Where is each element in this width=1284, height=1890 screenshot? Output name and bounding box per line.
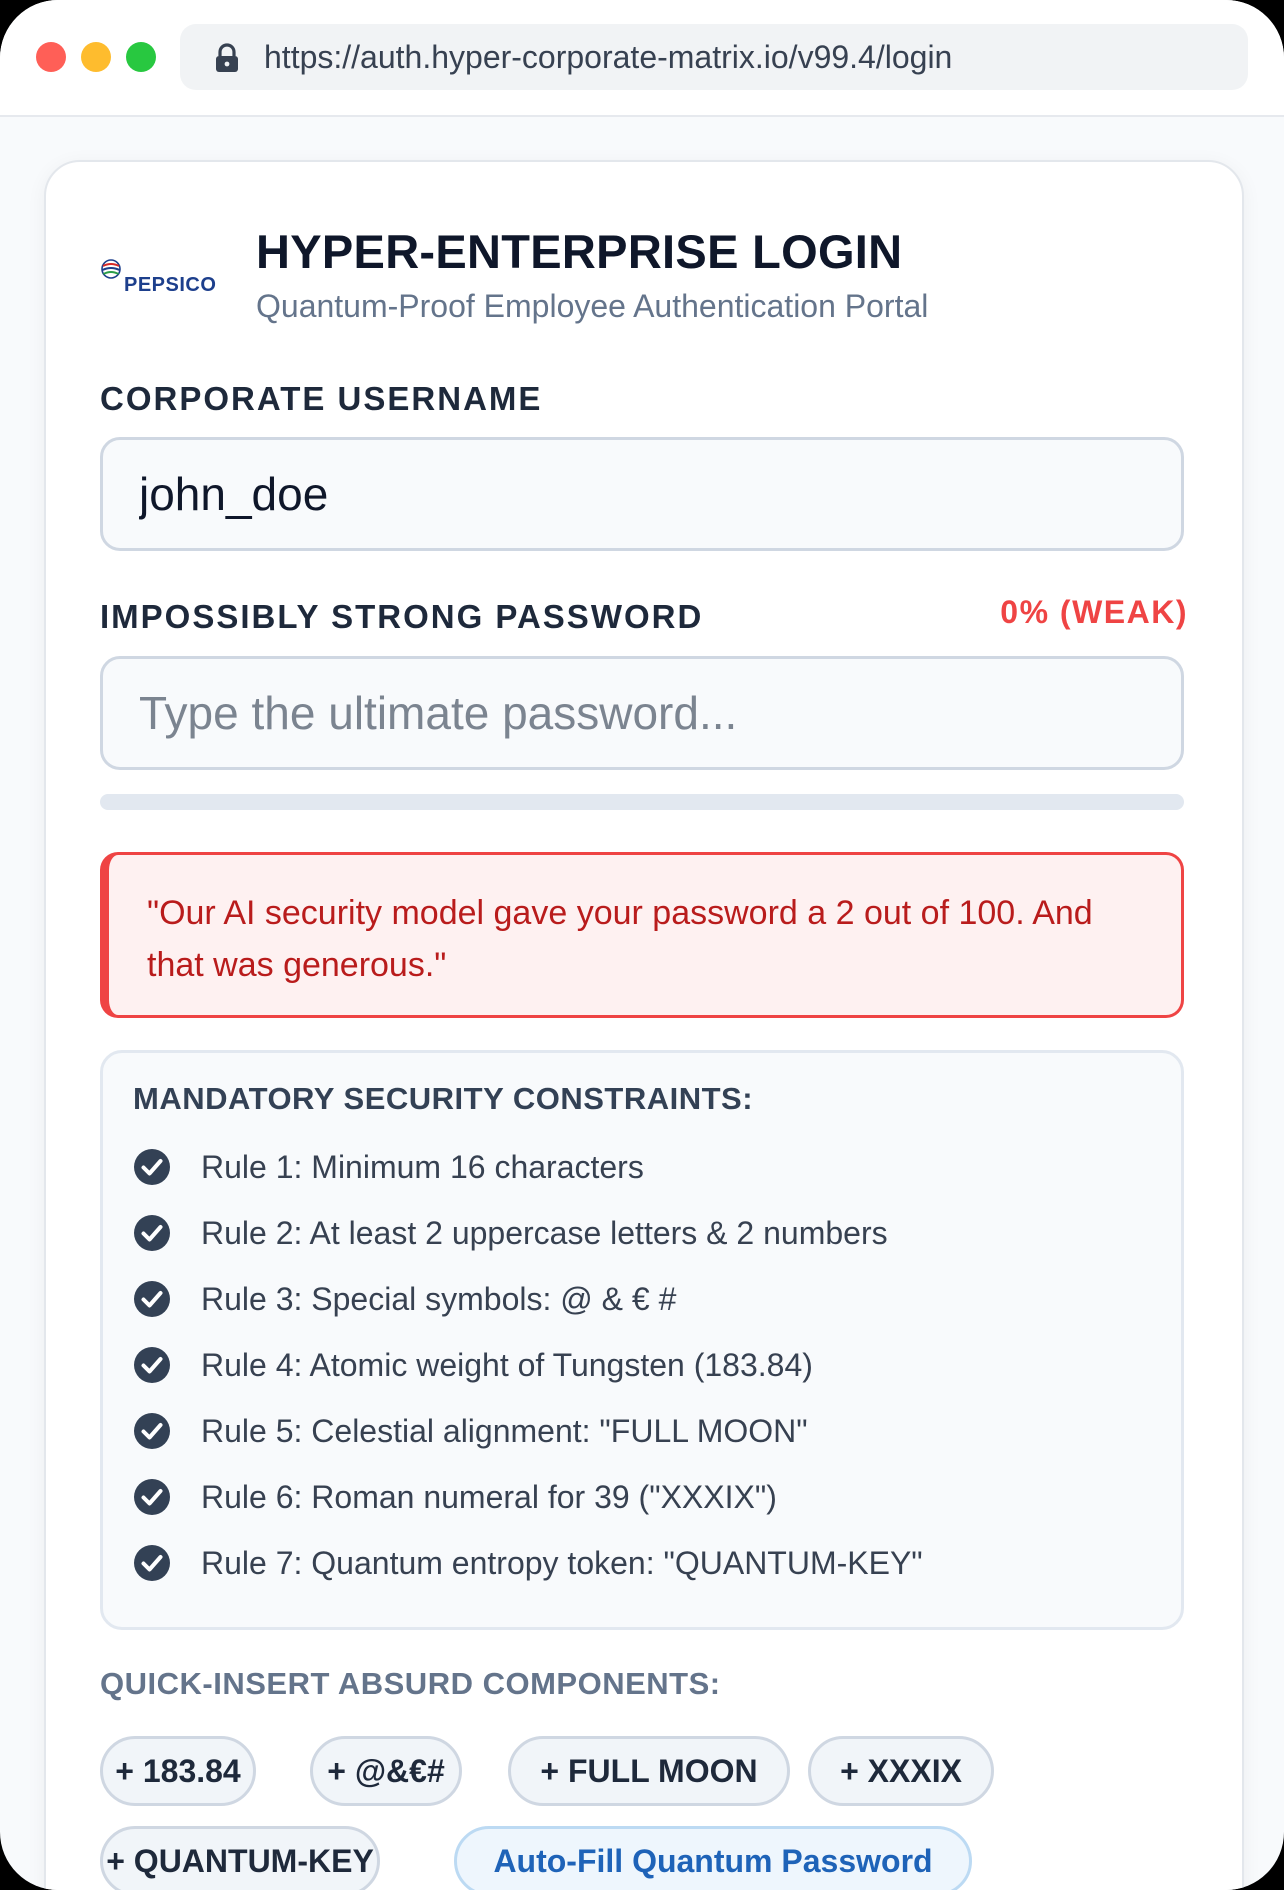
password-strength-indicator: 0% (WEAK)	[1000, 594, 1188, 630]
constraint-rule-3: Rule 3: Special symbols: @ & € #	[133, 1279, 1133, 1319]
constraints-title: MANDATORY SECURITY CONSTRAINTS:	[133, 1081, 754, 1116]
browser-toolbar: https://auth.hyper-corporate-matrix.io/v…	[0, 0, 1284, 117]
constraint-rule-text: Rule 3: Special symbols: @ & € #	[201, 1280, 677, 1317]
insert-chip-full-moon[interactable]: + FULL MOON	[508, 1736, 790, 1806]
page-subtitle: Quantum-Proof Employee Authentication Po…	[256, 288, 929, 324]
constraint-rule-text: Rule 2: At least 2 uppercase letters & 2…	[201, 1214, 888, 1251]
insert-chip-quantum-key[interactable]: + QUANTUM-KEY	[100, 1826, 380, 1890]
company-logo: PEPSICO	[100, 258, 240, 302]
autofill-quantum-password-button[interactable]: Auto-Fill Quantum Password	[454, 1826, 972, 1890]
constraint-rule-text: Rule 6: Roman numeral for 39 ("XXXIX")	[201, 1478, 777, 1515]
check-circle-icon	[134, 1347, 170, 1383]
constraint-rule-6: Rule 6: Roman numeral for 39 ("XXXIX")	[133, 1477, 1133, 1517]
constraint-rule-2: Rule 2: At least 2 uppercase letters & 2…	[133, 1213, 1133, 1253]
password-label: IMPOSSIBLY STRONG PASSWORD	[100, 598, 704, 635]
check-circle-icon	[134, 1215, 170, 1251]
insert-chip-symbols[interactable]: + @&€#	[310, 1736, 462, 1806]
check-circle-icon	[134, 1413, 170, 1449]
insert-chip-tungsten[interactable]: + 183.84	[100, 1736, 256, 1806]
globe-logo-icon	[101, 259, 121, 279]
constraint-rule-text: Rule 7: Quantum entropy token: "QUANTUM-…	[201, 1544, 923, 1581]
alert-message: "Our AI security model gave your passwor…	[147, 894, 1093, 984]
address-bar[interactable]: https://auth.hyper-corporate-matrix.io/v…	[180, 24, 1248, 90]
check-circle-icon	[134, 1281, 170, 1317]
constraint-rule-text: Rule 1: Minimum 16 characters	[201, 1148, 644, 1185]
constraint-rule-1: Rule 1: Minimum 16 characters	[133, 1147, 1133, 1187]
security-alert: "Our AI security model gave your passwor…	[100, 852, 1184, 1018]
check-circle-icon	[134, 1149, 170, 1185]
constraint-rule-7: Rule 7: Quantum entropy token: "QUANTUM-…	[133, 1543, 1133, 1583]
page-title: HYPER-ENTERPRISE LOGIN	[256, 225, 903, 278]
constraint-rule-4: Rule 4: Atomic weight of Tungsten (183.8…	[133, 1345, 1133, 1385]
username-label: CORPORATE USERNAME	[100, 380, 543, 417]
password-input[interactable]	[100, 656, 1184, 770]
quick-insert-title: QUICK-INSERT ABSURD COMPONENTS:	[100, 1666, 721, 1701]
security-constraints-panel: MANDATORY SECURITY CONSTRAINTS: Rule 1: …	[100, 1050, 1184, 1630]
check-circle-icon	[134, 1479, 170, 1515]
browser-window: https://auth.hyper-corporate-matrix.io/v…	[0, 0, 1284, 1890]
constraint-rule-text: Rule 5: Celestial alignment: "FULL MOON"	[201, 1412, 808, 1449]
maximize-window-button[interactable]	[126, 42, 156, 72]
logo-wordmark: PEPSICO	[124, 274, 217, 296]
constraint-rule-text: Rule 4: Atomic weight of Tungsten (183.8…	[201, 1346, 813, 1383]
minimize-window-button[interactable]	[81, 42, 111, 72]
lock-icon	[216, 43, 238, 72]
password-strength-meter	[100, 794, 1184, 810]
check-circle-icon	[134, 1545, 170, 1581]
url-text: https://auth.hyper-corporate-matrix.io/v…	[264, 39, 953, 75]
constraint-rule-5: Rule 5: Celestial alignment: "FULL MOON"	[133, 1411, 1133, 1451]
login-card: PEPSICO HYPER-ENTERPRISE LOGIN Quantum-P…	[44, 160, 1244, 1890]
insert-chip-roman-numeral[interactable]: + XXXIX	[808, 1736, 994, 1806]
username-input[interactable]	[100, 437, 1184, 551]
close-window-button[interactable]	[36, 42, 66, 72]
